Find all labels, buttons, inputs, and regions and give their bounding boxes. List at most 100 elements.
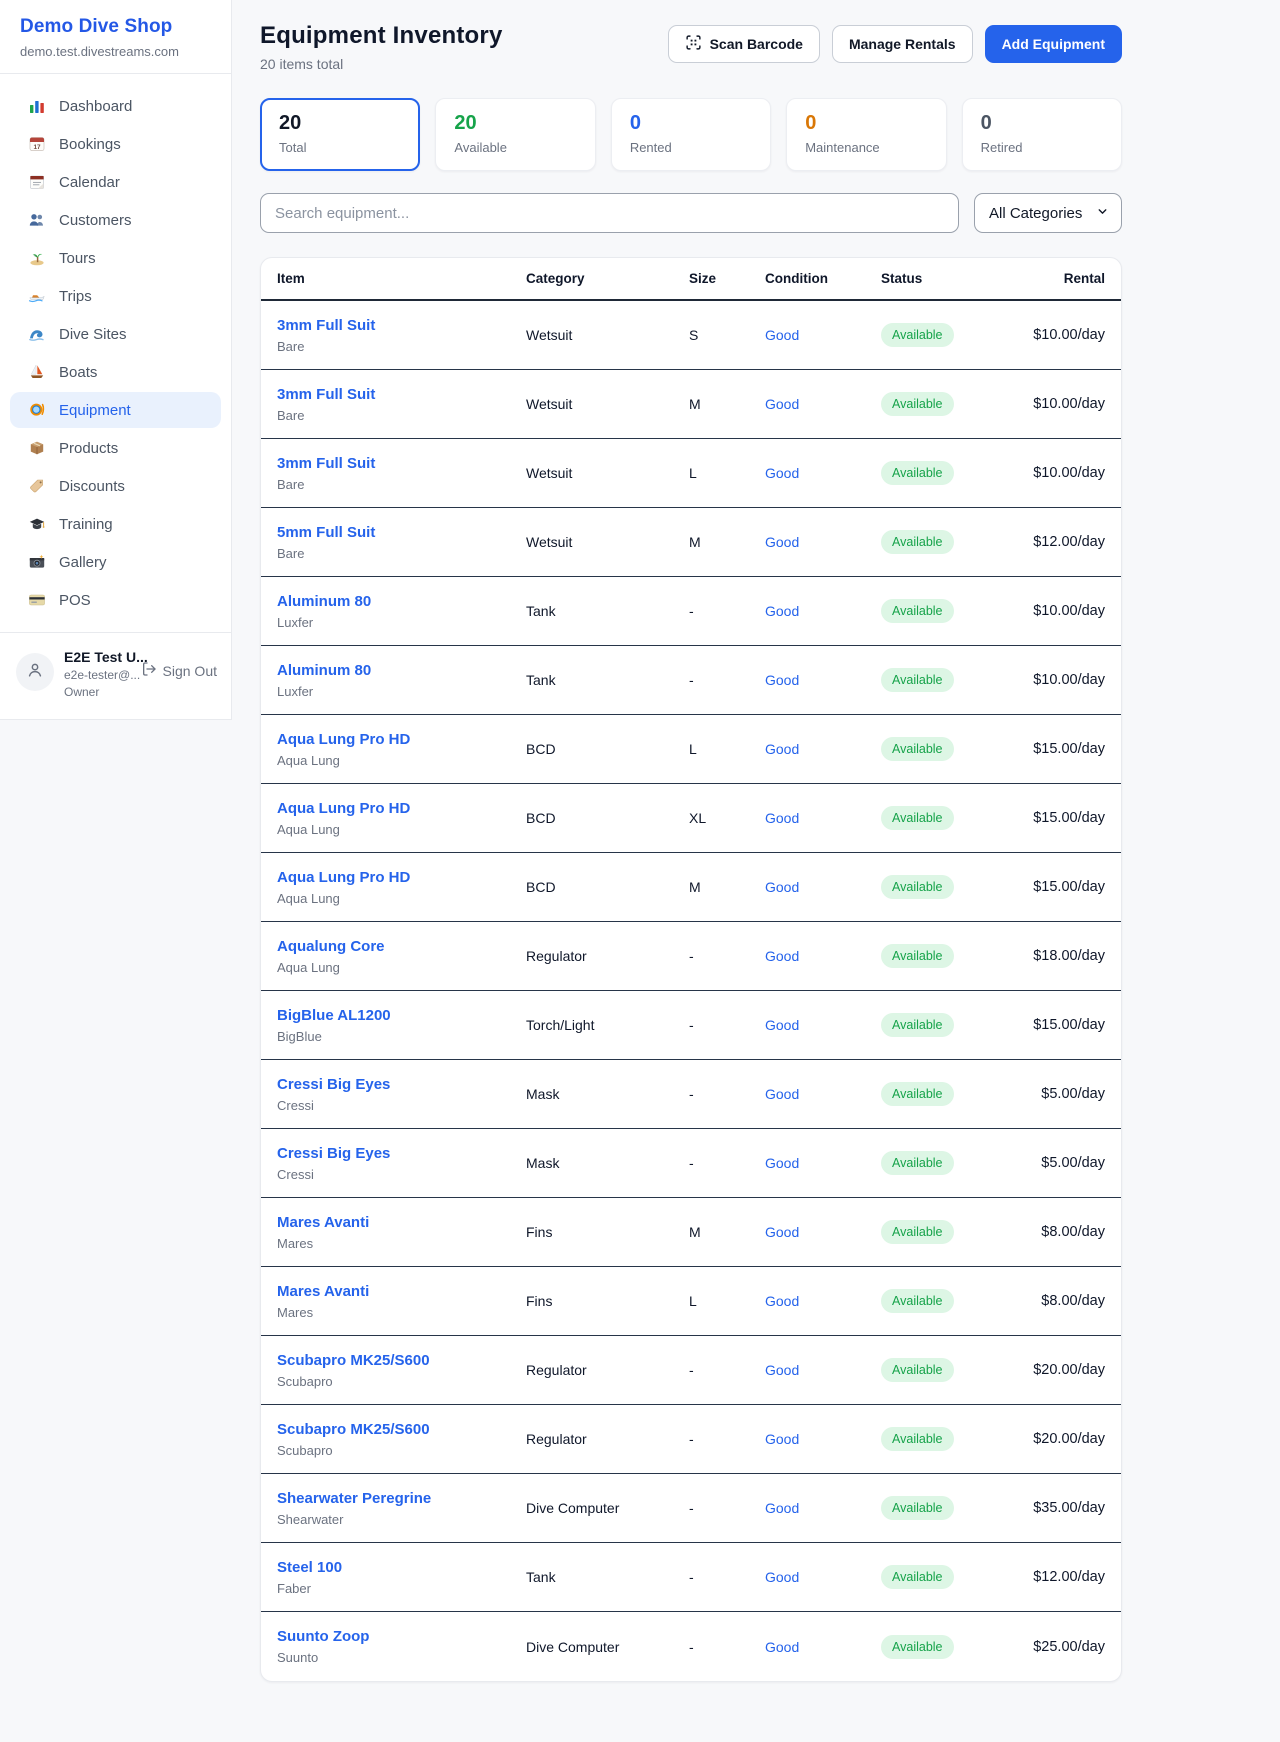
table-row[interactable]: Cressi Big Eyes Cressi Mask - Good Avail… xyxy=(261,1060,1121,1129)
table-row[interactable]: Shearwater Peregrine Shearwater Dive Com… xyxy=(261,1474,1121,1543)
item-name-link[interactable]: Aluminum 80 xyxy=(277,593,526,610)
item-condition-link[interactable]: Good xyxy=(765,672,881,688)
item-condition-link[interactable]: Good xyxy=(765,1569,881,1585)
user-section: E2E Test U... e2e-tester@... Owner Sign … xyxy=(0,633,231,713)
table-row[interactable]: 3mm Full Suit Bare Wetsuit M Good Availa… xyxy=(261,370,1121,439)
category-select[interactable]: All Categories xyxy=(974,193,1122,233)
item-name-link[interactable]: 3mm Full Suit xyxy=(277,317,526,334)
item-condition-link[interactable]: Good xyxy=(765,396,881,412)
sidebar-item-equipment[interactable]: Equipment xyxy=(10,392,221,428)
item-condition-link[interactable]: Good xyxy=(765,1639,881,1655)
table-row[interactable]: Scubapro MK25/S600 Scubapro Regulator - … xyxy=(261,1336,1121,1405)
table-row[interactable]: 3mm Full Suit Bare Wetsuit L Good Availa… xyxy=(261,439,1121,508)
item-name-link[interactable]: Aqua Lung Pro HD xyxy=(277,869,526,886)
table-row[interactable]: Steel 100 Faber Tank - Good Available $1… xyxy=(261,1543,1121,1612)
item-name-link[interactable]: Scubapro MK25/S600 xyxy=(277,1352,526,1369)
sidebar-item-customers[interactable]: Customers xyxy=(10,202,221,238)
stat-card-maintenance[interactable]: 0 Maintenance xyxy=(786,98,946,171)
user-email: e2e-tester@... xyxy=(64,668,131,682)
stat-card-retired[interactable]: 0 Retired xyxy=(962,98,1122,171)
sidebar-item-calendar[interactable]: Calendar xyxy=(10,164,221,200)
sidebar-item-label: Customers xyxy=(59,212,132,229)
item-condition-link[interactable]: Good xyxy=(765,879,881,895)
table-row[interactable]: Aqua Lung Pro HD Aqua Lung BCD L Good Av… xyxy=(261,715,1121,784)
sidebar-item-trips[interactable]: Trips xyxy=(10,278,221,314)
item-condition-link[interactable]: Good xyxy=(765,1155,881,1171)
sign-out-button[interactable]: Sign Out xyxy=(141,661,217,680)
barcode-scan-icon xyxy=(685,34,702,54)
sidebar-item-products[interactable]: Products xyxy=(10,430,221,466)
stat-card-total[interactable]: 20 Total xyxy=(260,98,420,171)
table-row[interactable]: Suunto Zoop Suunto Dive Computer - Good … xyxy=(261,1612,1121,1681)
item-name-link[interactable]: 3mm Full Suit xyxy=(277,386,526,403)
manage-rentals-label: Manage Rentals xyxy=(849,36,956,52)
item-condition-link[interactable]: Good xyxy=(765,1362,881,1378)
table-row[interactable]: Aqua Lung Pro HD Aqua Lung BCD M Good Av… xyxy=(261,853,1121,922)
table-row[interactable]: 3mm Full Suit Bare Wetsuit S Good Availa… xyxy=(261,301,1121,370)
item-name-link[interactable]: Aqua Lung Pro HD xyxy=(277,731,526,748)
table-row[interactable]: Aqualung Core Aqua Lung Regulator - Good… xyxy=(261,922,1121,991)
column-header-condition: Condition xyxy=(765,271,881,286)
sidebar-item-pos[interactable]: POS xyxy=(10,582,221,618)
add-equipment-button[interactable]: Add Equipment xyxy=(985,25,1122,63)
status-badge: Available xyxy=(881,599,954,623)
table-row[interactable]: BigBlue AL1200 BigBlue Torch/Light - Goo… xyxy=(261,991,1121,1060)
item-name-link[interactable]: Shearwater Peregrine xyxy=(277,1490,526,1507)
item-name-link[interactable]: Mares Avanti xyxy=(277,1283,526,1300)
item-name-link[interactable]: Aqualung Core xyxy=(277,938,526,955)
item-name-link[interactable]: Mares Avanti xyxy=(277,1214,526,1231)
sidebar-item-tours[interactable]: Tours xyxy=(10,240,221,276)
stat-card-available[interactable]: 20 Available xyxy=(435,98,595,171)
sidebar-item-boats[interactable]: Boats xyxy=(10,354,221,390)
table-row[interactable]: Aqua Lung Pro HD Aqua Lung BCD XL Good A… xyxy=(261,784,1121,853)
table-row[interactable]: Mares Avanti Mares Fins L Good Available… xyxy=(261,1267,1121,1336)
item-condition-link[interactable]: Good xyxy=(765,810,881,826)
table-row[interactable]: Scubapro MK25/S600 Scubapro Regulator - … xyxy=(261,1405,1121,1474)
item-name-link[interactable]: 5mm Full Suit xyxy=(277,524,526,541)
item-name-link[interactable]: Aluminum 80 xyxy=(277,662,526,679)
stat-label: Rented xyxy=(630,140,752,155)
item-category: Tank xyxy=(526,1569,689,1585)
table-row[interactable]: Cressi Big Eyes Cressi Mask - Good Avail… xyxy=(261,1129,1121,1198)
table-row[interactable]: Aluminum 80 Luxfer Tank - Good Available… xyxy=(261,646,1121,715)
sidebar-item-dashboard[interactable]: Dashboard xyxy=(10,88,221,124)
item-name-link[interactable]: 3mm Full Suit xyxy=(277,455,526,472)
item-name-link[interactable]: BigBlue AL1200 xyxy=(277,1007,526,1024)
sidebar-item-label: Dashboard xyxy=(59,98,132,115)
item-condition-link[interactable]: Good xyxy=(765,1500,881,1516)
item-condition-link[interactable]: Good xyxy=(765,1017,881,1033)
item-condition-link[interactable]: Good xyxy=(765,534,881,550)
sidebar-item-discounts[interactable]: Discounts xyxy=(10,468,221,504)
item-name-link[interactable]: Cressi Big Eyes xyxy=(277,1145,526,1162)
item-category: Dive Computer xyxy=(526,1500,689,1516)
manage-rentals-button[interactable]: Manage Rentals xyxy=(832,25,973,63)
item-condition-link[interactable]: Good xyxy=(765,1224,881,1240)
table-row[interactable]: Aluminum 80 Luxfer Tank - Good Available… xyxy=(261,577,1121,646)
scan-barcode-button[interactable]: Scan Barcode xyxy=(668,25,820,63)
item-condition-link[interactable]: Good xyxy=(765,603,881,619)
stat-card-rented[interactable]: 0 Rented xyxy=(611,98,771,171)
table-row[interactable]: Mares Avanti Mares Fins M Good Available… xyxy=(261,1198,1121,1267)
item-condition-link[interactable]: Good xyxy=(765,327,881,343)
table-row[interactable]: 5mm Full Suit Bare Wetsuit M Good Availa… xyxy=(261,508,1121,577)
item-name-link[interactable]: Cressi Big Eyes xyxy=(277,1076,526,1093)
item-condition-link[interactable]: Good xyxy=(765,948,881,964)
item-size: - xyxy=(689,1569,765,1585)
sidebar-item-training[interactable]: Training xyxy=(10,506,221,542)
item-name-link[interactable]: Steel 100 xyxy=(277,1559,526,1576)
item-condition-link[interactable]: Good xyxy=(765,1086,881,1102)
item-condition-link[interactable]: Good xyxy=(765,1293,881,1309)
item-condition-link[interactable]: Good xyxy=(765,1431,881,1447)
item-condition-link[interactable]: Good xyxy=(765,741,881,757)
item-name-link[interactable]: Scubapro MK25/S600 xyxy=(277,1421,526,1438)
item-condition-link[interactable]: Good xyxy=(765,465,881,481)
sidebar-item-bookings[interactable]: 17 Bookings xyxy=(10,126,221,162)
search-input[interactable] xyxy=(260,193,959,233)
sidebar-item-dive-sites[interactable]: Dive Sites xyxy=(10,316,221,352)
sidebar-item-gallery[interactable]: Gallery xyxy=(10,544,221,580)
item-brand: Faber xyxy=(277,1581,526,1596)
status-badge: Available xyxy=(881,1082,954,1106)
item-name-link[interactable]: Suunto Zoop xyxy=(277,1628,526,1645)
item-name-link[interactable]: Aqua Lung Pro HD xyxy=(277,800,526,817)
header-actions: Scan Barcode Manage Rentals Add Equipmen… xyxy=(668,22,1122,63)
